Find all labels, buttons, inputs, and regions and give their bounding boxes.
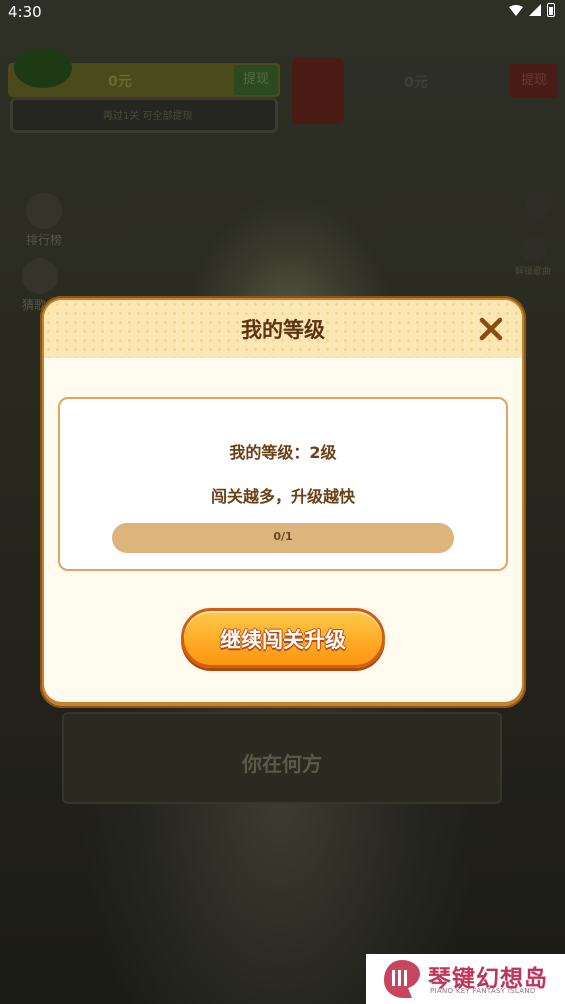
unlock-song: 解锁歌曲 (511, 236, 555, 277)
wechat-icon (14, 48, 72, 88)
lock-icon (520, 236, 546, 262)
watermark-subtitle: PIANO KEY FANTASY ISLAND (430, 987, 536, 995)
battery-icon (547, 3, 555, 17)
watermark-logo (384, 960, 420, 998)
sidebar-item-ranking: 排行榜 (16, 193, 72, 248)
music-icon (22, 258, 58, 294)
wifi-icon (509, 4, 523, 16)
continue-upgrade-label: 继续闯关升级 (220, 628, 346, 652)
status-time: 4:30 (8, 3, 42, 21)
wallet-note-text: 再过1关 可全部提现 (103, 111, 193, 122)
close-icon[interactable] (478, 316, 504, 342)
level-dialog-body: 我的等级 我的等级：2级 闯关越多，升级越快 0/1 继续闯关升级 (44, 300, 522, 702)
red-packet-icon (292, 58, 344, 124)
sidebar-item-label: 排行榜 (25, 233, 62, 247)
wallet-left-withdraw-button: 提现 (234, 65, 278, 95)
wallet-note: 再过1关 可全部提现 (10, 97, 278, 133)
level-card: 我的等级：2级 闯关越多，升级越快 0/1 (58, 397, 508, 571)
level-dialog: 我的等级 我的等级：2级 闯关越多，升级越快 0/1 继续闯关升级 (40, 296, 526, 708)
wallet-right-coins: 0元 (404, 75, 428, 91)
continue-upgrade-button[interactable]: 继续闯关升级 (181, 608, 385, 668)
level-hint: 闯关越多，升级越快 (210, 487, 355, 506)
answer-option-text: 你在何方 (242, 752, 322, 776)
wallet-left-coins: 0元 (108, 74, 132, 90)
dialog-title: 我的等级 (241, 318, 325, 342)
level-progress-bar: 0/1 (112, 523, 454, 553)
level-progress-text: 0/1 (273, 530, 293, 543)
level-label: 我的等级：2级 (229, 443, 337, 462)
watermark: 琴键幻想岛 PIANO KEY FANTASY ISLAND (366, 954, 565, 1004)
signal-icon (529, 4, 541, 16)
dialog-header: 我的等级 (44, 300, 522, 358)
answer-option: 你在何方 (62, 712, 502, 804)
system-icons (509, 3, 555, 17)
lock-label: 解锁歌曲 (514, 267, 551, 277)
trophy-icon (26, 193, 62, 229)
wallet-right-withdraw-button: 提现 (510, 64, 558, 98)
status-bar: 4:30 (0, 0, 565, 24)
settings-icon (525, 190, 553, 218)
